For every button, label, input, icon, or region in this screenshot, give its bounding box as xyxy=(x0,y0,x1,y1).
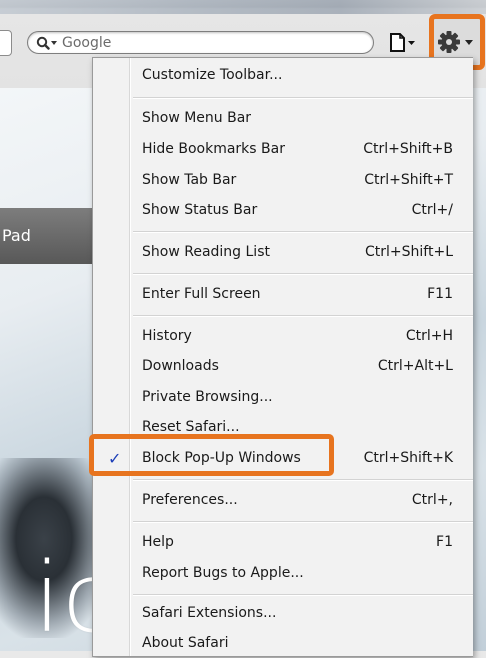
search-field[interactable] xyxy=(27,31,374,54)
menu-item-label: Safari Extensions... xyxy=(142,605,277,621)
menu-item-label: Preferences... xyxy=(142,492,238,508)
menu-item-safari-extensions[interactable]: Safari Extensions... xyxy=(93,598,473,628)
menu-separator xyxy=(133,315,473,317)
menu-item-show-menu-bar[interactable]: Show Menu Bar xyxy=(93,103,473,133)
menu-item-customize-toolbar[interactable]: Customize Toolbar... xyxy=(93,60,473,90)
menu-item-shortcut: F1 xyxy=(436,534,453,550)
menu-item-reset-safari[interactable]: Reset Safari... xyxy=(93,412,473,442)
menu-item-label: Block Pop-Up Windows xyxy=(142,450,301,466)
menu-item-enter-full-screen[interactable]: Enter Full Screen F11 xyxy=(93,279,473,309)
menu-item-report-bugs[interactable]: Report Bugs to Apple... xyxy=(93,558,473,588)
page-nav-tab[interactable]: Pad xyxy=(0,208,100,264)
search-input[interactable] xyxy=(62,34,352,51)
search-icon[interactable] xyxy=(36,36,58,50)
menu-item-label: Help xyxy=(142,534,174,550)
menu-item-shortcut: Ctrl+Shift+L xyxy=(365,244,453,260)
menu-item-hide-bookmarks-bar[interactable]: Hide Bookmarks Bar Ctrl+Shift+B xyxy=(93,134,473,164)
menu-item-label: Customize Toolbar... xyxy=(142,67,283,83)
page-hero-text: ic xyxy=(34,542,118,654)
title-bar-strip xyxy=(0,0,486,14)
menu-item-shortcut: F11 xyxy=(427,286,453,302)
menu-item-shortcut: Ctrl+Alt+L xyxy=(377,358,453,374)
menu-item-about-safari[interactable]: About Safari xyxy=(93,628,473,658)
menu-separator xyxy=(133,521,473,523)
menu-item-show-tab-bar[interactable]: Show Tab Bar Ctrl+Shift+T xyxy=(93,165,473,195)
menu-item-label: Hide Bookmarks Bar xyxy=(142,141,285,157)
menu-item-shortcut: Ctrl+, xyxy=(411,492,453,508)
menu-item-history[interactable]: History Ctrl+H xyxy=(93,321,473,351)
menu-item-preferences[interactable]: Preferences... Ctrl+, xyxy=(93,485,473,515)
menu-item-label: Show Menu Bar xyxy=(142,110,252,126)
menu-item-label: Show Reading List xyxy=(142,244,270,260)
menu-item-shortcut: Ctrl+Shift+K xyxy=(363,450,453,466)
menu-item-help[interactable]: Help F1 xyxy=(93,527,473,557)
menu-item-shortcut: Ctrl+Shift+B xyxy=(363,141,453,157)
menu-item-label: Report Bugs to Apple... xyxy=(142,565,304,581)
menu-separator xyxy=(133,273,473,275)
menu-separator xyxy=(133,97,473,99)
menu-item-label: Reset Safari... xyxy=(142,419,240,435)
menu-item-show-reading-list[interactable]: Show Reading List Ctrl+Shift+L xyxy=(93,237,473,267)
menu-item-label: About Safari xyxy=(142,635,229,651)
menu-separator xyxy=(133,594,473,596)
menu-item-downloads[interactable]: Downloads Ctrl+Alt+L xyxy=(93,351,473,381)
menu-item-label: Show Tab Bar xyxy=(142,172,237,188)
menu-item-shortcut: Ctrl+H xyxy=(405,328,453,344)
menu-item-label: History xyxy=(142,328,192,344)
menu-separator xyxy=(133,231,473,233)
menu-item-shortcut: Ctrl+/ xyxy=(411,202,453,218)
menu-item-label: Show Status Bar xyxy=(142,202,258,218)
menu-separator xyxy=(133,479,473,481)
menu-item-private-browsing[interactable]: Private Browsing... xyxy=(93,382,473,412)
address-bar-edge[interactable] xyxy=(0,30,12,56)
menu-item-block-pop-up-windows[interactable]: ✓ Block Pop-Up Windows Ctrl+Shift+K xyxy=(93,443,473,473)
checkmark-icon: ✓ xyxy=(108,448,122,468)
menu-item-show-status-bar[interactable]: Show Status Bar Ctrl+/ xyxy=(93,195,473,225)
page-menu-button[interactable] xyxy=(388,31,418,55)
menu-item-label: Downloads xyxy=(142,358,219,374)
settings-menu: Customize Toolbar... Show Menu Bar Hide … xyxy=(92,57,473,657)
menu-item-label: Enter Full Screen xyxy=(142,286,261,302)
menu-item-label: Private Browsing... xyxy=(142,389,273,405)
menu-item-shortcut: Ctrl+Shift+T xyxy=(364,172,453,188)
